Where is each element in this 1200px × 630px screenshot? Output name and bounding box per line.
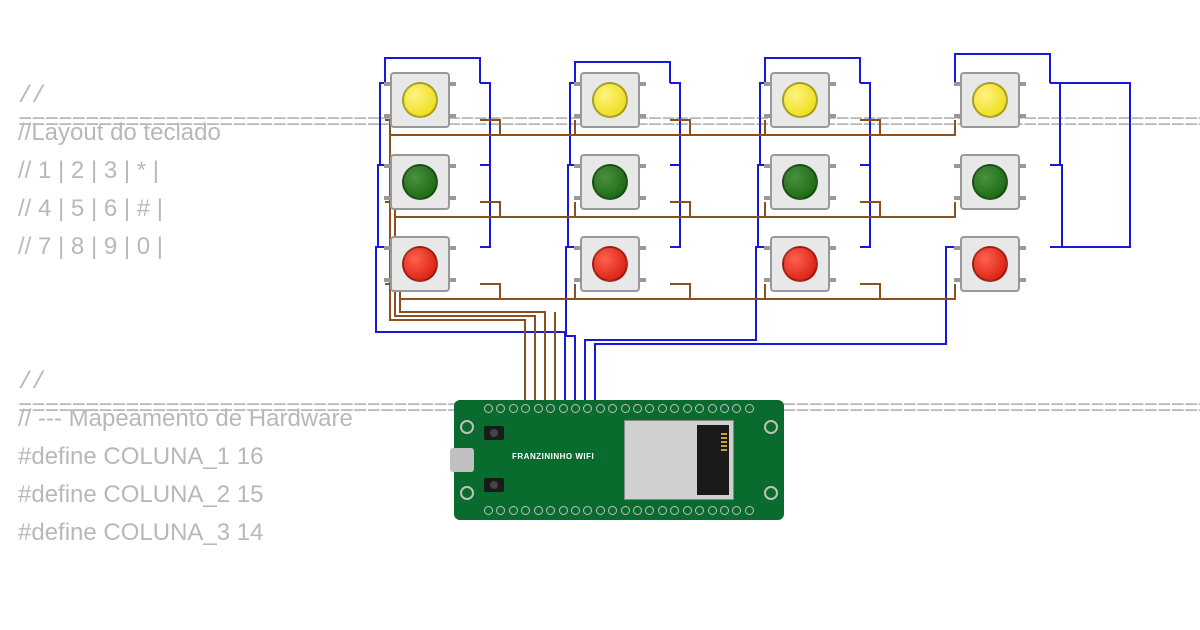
keypad-button-3[interactable] [770,72,830,128]
keypad-button-8[interactable] [580,236,640,292]
usb-port-icon [450,448,474,472]
code-mapping-title: // --- Mapeamento de Hardware [18,405,353,433]
code-layout-row1: // 1 | 2 | 3 | * | [18,157,159,185]
keypad-button-5[interactable] [580,154,640,210]
mounting-hole-icon [460,420,474,434]
keypad-button-0[interactable] [960,236,1020,292]
pin-header-bottom [484,506,754,516]
board-button[interactable] [484,478,504,492]
board-label: FRANZININHO WIFI [512,452,594,461]
keypad-button-7[interactable] [390,236,450,292]
mounting-hole-icon [764,486,778,500]
keypad-button-hash[interactable] [960,154,1020,210]
code-layout-row2: // 4 | 5 | 6 | # | [18,195,163,223]
keypad-button-9[interactable] [770,236,830,292]
mounting-hole-icon [764,420,778,434]
code-define1: #define COLUNA_1 16 [18,443,263,471]
code-define2: #define COLUNA_2 15 [18,481,263,509]
pin-header-top [484,404,754,414]
code-layout-title: //Layout do teclado [18,119,221,147]
keypad-button-1[interactable] [390,72,450,128]
mounting-hole-icon [460,486,474,500]
esp32-chip-icon [624,420,734,500]
code-layout-row3: // 7 | 8 | 9 | 0 | [18,233,163,261]
board-button[interactable] [484,426,504,440]
keypad-button-2[interactable] [580,72,640,128]
keypad-button-4[interactable] [390,154,450,210]
code-define3: #define COLUNA_3 14 [18,519,263,547]
franzininho-board[interactable]: FRANZININHO WIFI [454,400,784,520]
keypad-button-star[interactable] [960,72,1020,128]
keypad-button-6[interactable] [770,154,830,210]
